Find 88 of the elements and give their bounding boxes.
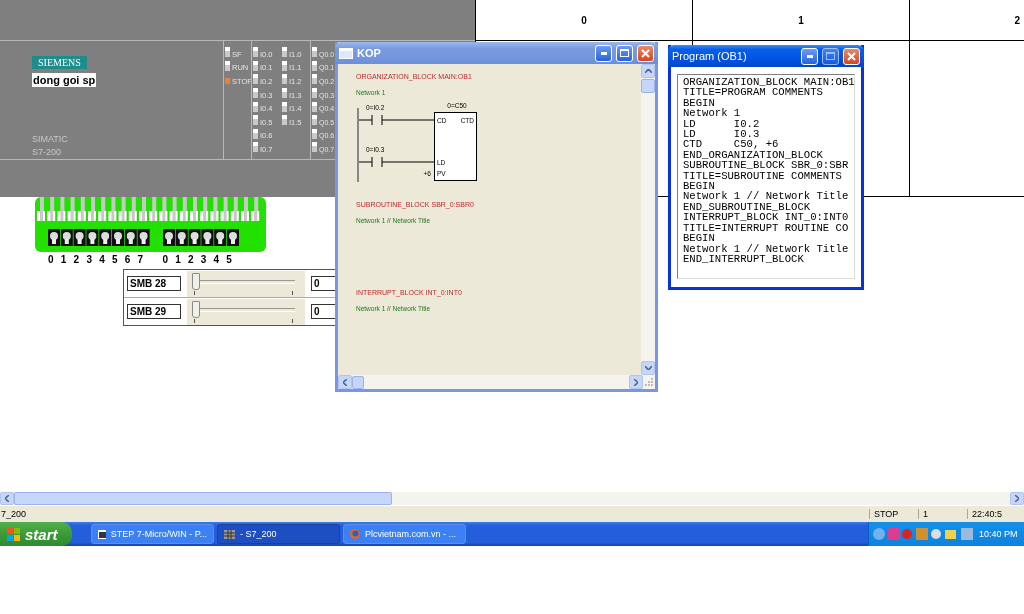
minimize-button[interactable]	[801, 47, 818, 65]
smb-slider[interactable]	[187, 270, 305, 297]
column-header: 0	[476, 0, 692, 41]
taskbar-button[interactable]: Plcvietnam.com.vn - ...	[343, 524, 466, 544]
terminal-number: 5	[226, 254, 233, 265]
model-label: SIMATIC	[32, 133, 68, 146]
status-text: 7_200	[0, 509, 28, 519]
close-button[interactable]	[843, 47, 860, 65]
window-icon	[339, 47, 353, 59]
code-line: Network 1 // Network Title	[683, 191, 850, 202]
code-line: CTD C50, +6	[683, 139, 780, 150]
maximize-icon	[620, 49, 629, 57]
window-icon	[98, 529, 106, 539]
code-line: Network 1 // Network Title	[683, 243, 850, 254]
status-field: STOP	[869, 509, 918, 519]
terminal-number: 0	[48, 254, 55, 265]
code-line: BEGIN	[683, 181, 715, 192]
code-line: INTERRUPT_BLOCK INT_0:INT0	[683, 212, 850, 223]
close-icon	[641, 48, 650, 58]
code-line: TITLE=PROGRAM COMMENTS	[683, 87, 824, 98]
slider-thumb[interactable]	[192, 272, 200, 290]
minimize-button[interactable]	[595, 44, 612, 62]
scroll-down-button[interactable]	[641, 361, 655, 375]
scroll-up-button[interactable]	[641, 64, 655, 78]
minimize-icon	[806, 54, 813, 58]
vertical-scrollbar[interactable]	[641, 64, 655, 375]
taskbar-button[interactable]: STEP 7-Micro/WIN - P...	[91, 524, 214, 544]
code-line: Network 1	[683, 108, 742, 119]
status-field: 22:40:5	[967, 509, 1024, 519]
column-header: 2	[910, 0, 1024, 41]
terminal-number: 4	[99, 254, 106, 265]
code-text-area[interactable]	[677, 74, 855, 279]
smb-slider[interactable]	[187, 298, 305, 325]
code-line: TITLE=INTERRUPT ROUTINE CO	[683, 222, 850, 234]
model-label: S7-200	[32, 146, 62, 159]
code-line: TITLE=SUBROUTINE COMMENTS	[683, 170, 843, 182]
scroll-right-button[interactable]	[1010, 492, 1024, 505]
scroll-right-button[interactable]	[629, 375, 643, 389]
smb-label: SMB 29	[127, 304, 181, 319]
resize-grip-icon	[643, 376, 655, 388]
code-line: END_ORGANIZATION_BLOCK	[683, 149, 824, 161]
minimize-icon	[600, 51, 607, 55]
code-line: END_SUBROUTINE_BLOCK	[683, 201, 812, 213]
smb-label: SMB 28	[127, 276, 181, 291]
scroll-left-button[interactable]	[338, 375, 352, 389]
column-header: 1	[693, 0, 909, 41]
terminal-number: 3	[200, 254, 208, 265]
terminal-number: 5	[112, 254, 119, 265]
terminal-number: 6	[124, 254, 132, 265]
code-line: ORGANIZATION_BLOCK MAIN:OB1	[683, 77, 854, 88]
scroll-thumb[interactable]	[641, 79, 655, 93]
project-name: dong goi sp	[32, 73, 97, 87]
scroll-thumb[interactable]	[14, 492, 392, 505]
terminal-number: 4	[213, 254, 221, 265]
maximize-button[interactable]	[616, 44, 633, 62]
maximize-icon	[826, 52, 835, 60]
terminal-number: 3	[86, 254, 93, 265]
code-line: BEGIN	[683, 233, 715, 244]
taskbar-button[interactable]: - S7_200	[217, 524, 340, 544]
clock: 10:40 PM	[979, 529, 1018, 539]
brand-label: SIEMENS	[32, 56, 87, 69]
code-line: SUBROUTINE_BLOCK SBR_0:SBR	[683, 160, 850, 171]
terminal-number: 1	[175, 254, 182, 265]
terminal-number: 1	[60, 254, 68, 265]
horizontal-scrollbar[interactable]	[0, 492, 1024, 505]
scroll-left-button[interactable]	[0, 492, 14, 505]
horizontal-scrollbar[interactable]	[338, 375, 655, 389]
start-button[interactable]: start	[0, 522, 72, 546]
window-title: KOP	[357, 47, 382, 59]
globe-icon	[350, 529, 360, 539]
flag-icon	[7, 527, 21, 541]
code-line: END_INTERRUPT_BLOCK	[683, 253, 805, 265]
slider-thumb[interactable]	[192, 300, 200, 318]
terminal-number: 7	[137, 254, 145, 265]
terminal-number: 2	[187, 254, 195, 265]
terminal-number: 2	[73, 254, 81, 265]
maximize-button[interactable]	[822, 47, 839, 65]
grid-icon	[224, 529, 235, 539]
scroll-thumb[interactable]	[352, 375, 364, 389]
code-line: BEGIN	[683, 97, 715, 109]
counter-box	[434, 112, 477, 181]
terminal-number: 0	[162, 254, 169, 265]
status-field: 1	[918, 509, 967, 519]
window-title: Program (OB1)	[672, 50, 748, 62]
close-icon	[847, 51, 856, 61]
code-line: LD I0.2	[683, 118, 761, 130]
code-line: LD I0.3	[683, 129, 761, 140]
close-button[interactable]	[637, 44, 654, 62]
